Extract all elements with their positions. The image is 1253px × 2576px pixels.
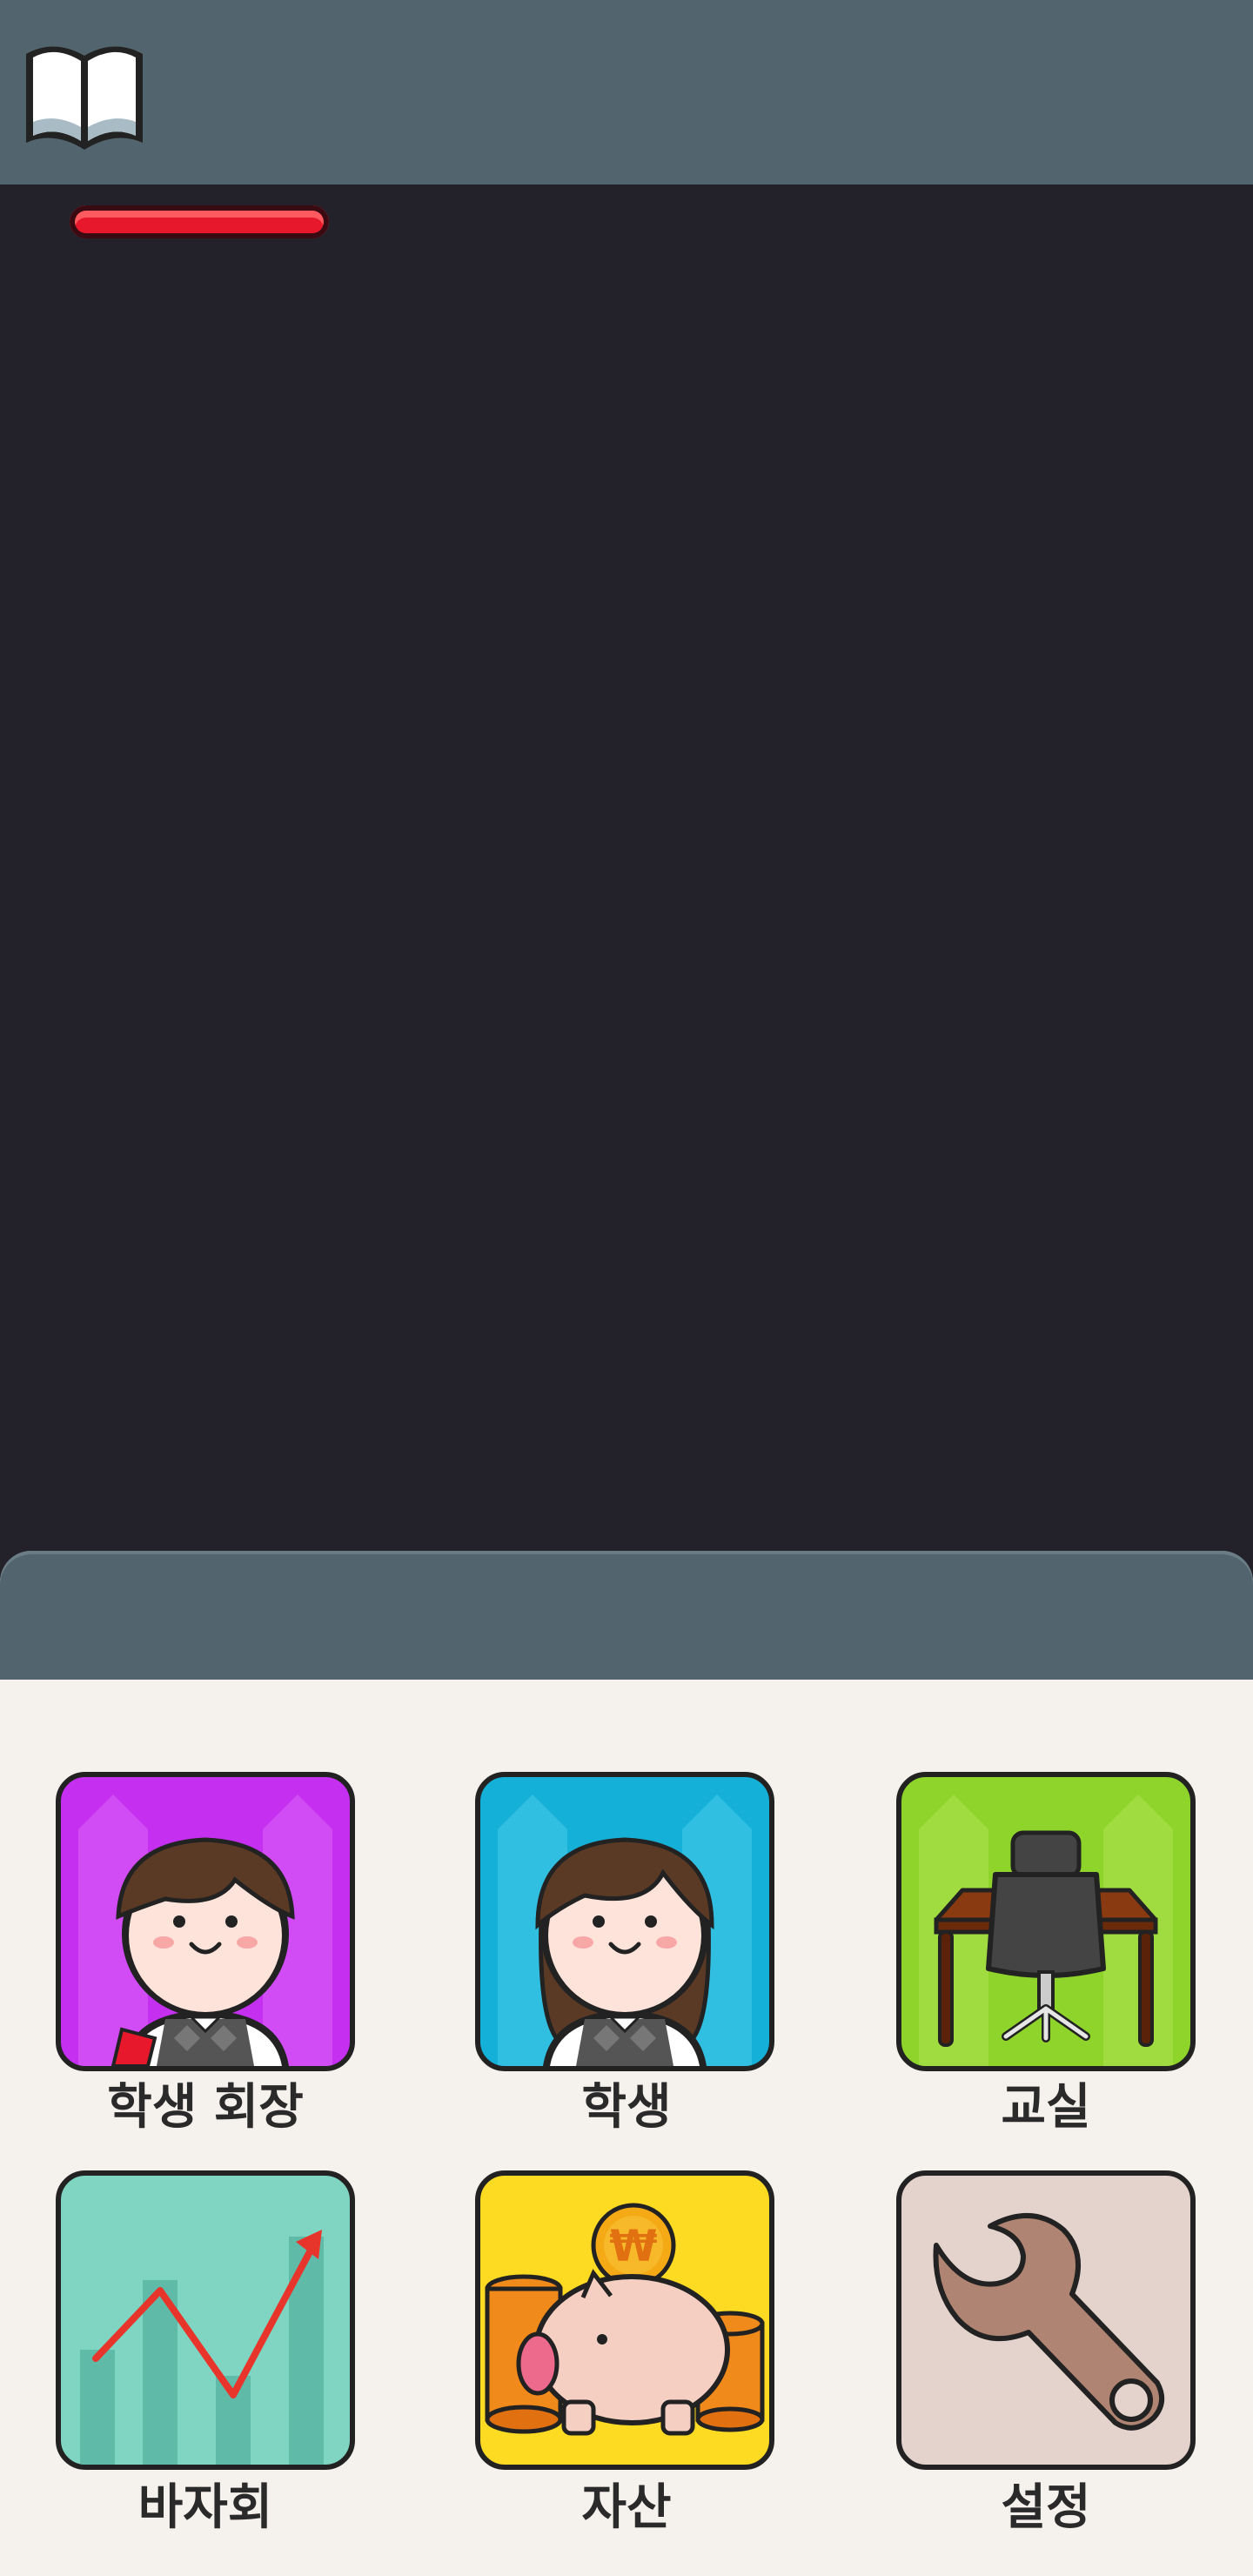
menu-item-assets[interactable]: ₩ — [475, 2170, 774, 2470]
menu-label: 바자회 — [137, 2479, 273, 2536]
menu-label: 설정 — [1001, 2479, 1091, 2536]
rising-chart-icon — [80, 2230, 324, 2465]
menu-item-student[interactable] — [475, 1772, 774, 2071]
desk-chair-icon — [919, 1794, 1173, 2066]
open-book-icon[interactable] — [19, 35, 150, 157]
menu-item-settings[interactable] — [896, 2170, 1196, 2470]
student-president-icon — [78, 1794, 332, 2066]
menu-label: 학생 회장 — [107, 2079, 304, 2136]
piggy-bank-icon: ₩ — [485, 2203, 765, 2436]
menu-item-classroom[interactable] — [896, 1772, 1196, 2071]
bottom-menu-panel: 학생 회장 학생 교실 바자회 ₩ 자산 설정 — [0, 1551, 1253, 2576]
top-bar — [0, 0, 1253, 184]
wrench-icon — [933, 2213, 1165, 2431]
menu-label: 교실 — [1001, 2079, 1091, 2136]
menu-label: 학생 — [581, 2079, 672, 2136]
panel-header — [0, 1551, 1253, 1680]
health-bar — [70, 205, 329, 238]
menu-label: 자산 — [581, 2479, 672, 2536]
student-girl-icon — [498, 1794, 752, 2066]
menu-item-bazaar[interactable] — [56, 2170, 355, 2470]
menu-item-student-president[interactable] — [56, 1772, 355, 2071]
game-area[interactable] — [0, 184, 1253, 1551]
svg-text:₩: ₩ — [609, 2221, 657, 2271]
